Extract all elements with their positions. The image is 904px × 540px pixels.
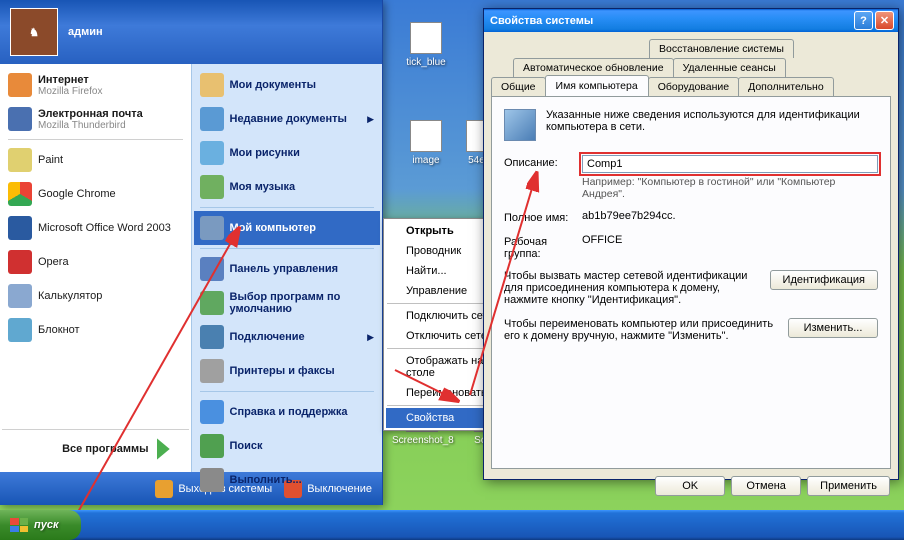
folder-icon (200, 257, 224, 281)
app-word[interactable]: Microsoft Office Word 2003 (2, 211, 189, 245)
change-text: Чтобы переименовать компьютер или присое… (504, 318, 778, 342)
start-menu: ♞ админ ИнтернетMozilla Firefox Электрон… (0, 0, 383, 505)
user-avatar: ♞ (10, 8, 58, 56)
tab-computer-name[interactable]: Имя компьютера (545, 75, 649, 96)
description-label: Описание: (504, 155, 582, 200)
apply-button[interactable]: Применить (807, 476, 890, 496)
help-button[interactable]: ? (854, 11, 873, 30)
app-notepad[interactable]: Блокнот (2, 313, 189, 347)
ok-button[interactable]: OK (655, 476, 725, 496)
folder-icon (200, 175, 224, 199)
identification-text: Чтобы вызвать мастер сетевой идентификац… (504, 270, 760, 306)
workgroup-value: OFFICE (582, 234, 878, 260)
fullname-label: Полное имя: (504, 210, 582, 224)
tab-advanced[interactable]: Дополнительно (738, 77, 834, 96)
sidebar-item-printers[interactable]: Принтеры и факсы (194, 354, 381, 388)
tab-hardware[interactable]: Оборудование (648, 77, 739, 96)
folder-icon (200, 73, 224, 97)
computer-icon (504, 109, 536, 141)
dialog-title: Свойства системы (490, 15, 852, 27)
tab-general[interactable]: Общие (491, 77, 546, 96)
taskbar: пуск (0, 510, 904, 540)
icon-label: image (412, 155, 439, 166)
tab-remote[interactable]: Удаленные сеансы (673, 58, 786, 77)
sidebar-item-connections[interactable]: Подключение▶ (194, 320, 381, 354)
username: админ (68, 26, 103, 38)
pinned-firefox[interactable]: ИнтернетMozilla Firefox (2, 68, 189, 102)
folder-icon (200, 468, 224, 492)
logoff-icon (155, 480, 173, 498)
close-button[interactable]: ✕ (875, 11, 894, 30)
icon-label: tick_blue (406, 57, 445, 68)
sidebar-item-my-music[interactable]: Моя музыка (194, 170, 381, 204)
app-paint[interactable]: Paint (2, 143, 189, 177)
tab-system-restore[interactable]: Восстановление системы (649, 39, 794, 58)
chevron-right-icon: ▶ (367, 114, 374, 125)
windows-flag-icon (10, 518, 28, 532)
description-input[interactable] (582, 155, 878, 173)
intro-text: Указанные ниже сведения используются для… (546, 109, 878, 141)
pinned-thunderbird[interactable]: Электронная почтаMozilla Thunderbird (2, 102, 189, 136)
sidebar-item-recent-documents[interactable]: Недавние документы▶ (194, 102, 381, 136)
start-button[interactable]: пуск (0, 510, 81, 540)
sidebar-item-my-documents[interactable]: Мои документы (194, 68, 381, 102)
identification-button[interactable]: Идентификация (770, 270, 878, 290)
all-programs[interactable]: Все программы (2, 429, 189, 468)
folder-icon (200, 216, 224, 240)
chevron-right-icon: ▶ (367, 332, 374, 343)
sidebar-item-run[interactable]: Выполнить... (194, 463, 381, 497)
desktop-icon[interactable]: tick_blue (396, 22, 456, 68)
arrow-right-icon (157, 438, 179, 460)
start-menu-left: ИнтернетMozilla Firefox Электронная почт… (0, 64, 191, 472)
folder-icon (200, 291, 224, 315)
app-chrome[interactable]: Google Chrome (2, 177, 189, 211)
fullname-value: ab1b79ee7b294cc. (582, 210, 878, 224)
sidebar-item-default-programs[interactable]: Выбор программ по умолчанию (194, 286, 381, 320)
icon-label: Screenshot_8 (392, 435, 454, 446)
sidebar-item-control-panel[interactable]: Панель управления (194, 252, 381, 286)
app-calc[interactable]: Калькулятор (2, 279, 189, 313)
folder-icon (200, 434, 224, 458)
sidebar-item-search[interactable]: Поиск (194, 429, 381, 463)
sidebar-item-help[interactable]: Справка и поддержка (194, 395, 381, 429)
system-properties-dialog: Свойства системы ? ✕ Восстановление сист… (483, 8, 899, 480)
workgroup-label: Рабочая группа: (504, 234, 582, 260)
sidebar-item-my-computer[interactable]: Мой компьютер (194, 211, 381, 245)
start-menu-header: ♞ админ (0, 0, 382, 64)
desktop-icon[interactable]: image (396, 120, 456, 166)
app-opera[interactable]: Opera (2, 245, 189, 279)
folder-icon (200, 141, 224, 165)
change-button[interactable]: Изменить... (788, 318, 878, 338)
folder-icon (200, 400, 224, 424)
folder-icon (200, 325, 224, 349)
folder-icon (200, 359, 224, 383)
cancel-button[interactable]: Отмена (731, 476, 801, 496)
start-menu-right: Мои документыНедавние документы▶Мои рису… (191, 64, 383, 472)
folder-icon (200, 107, 224, 131)
sidebar-item-my-pictures[interactable]: Мои рисунки (194, 136, 381, 170)
dialog-titlebar[interactable]: Свойства системы ? ✕ (484, 9, 898, 32)
description-hint: Например: "Компьютер в гостиной" или "Ко… (582, 176, 878, 200)
